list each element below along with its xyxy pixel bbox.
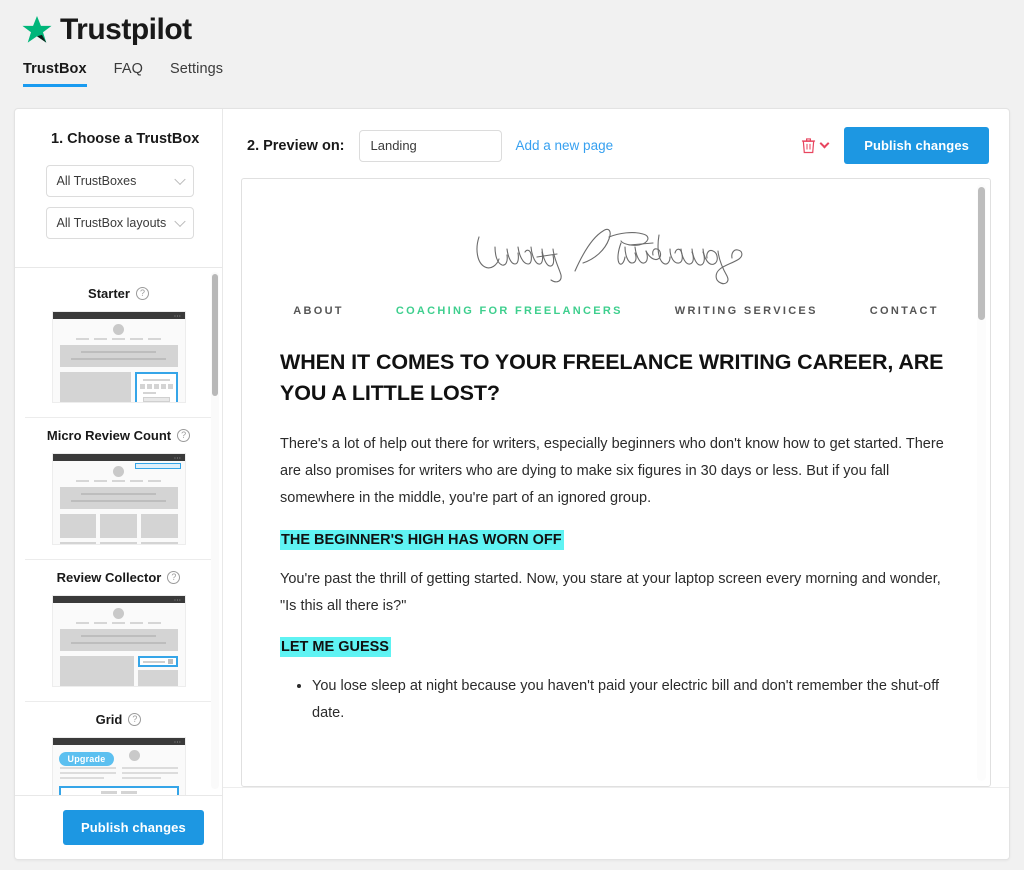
app-header: Trustpilot TrustBox FAQ Settings — [0, 0, 1024, 87]
trustbox-name: Starter — [88, 286, 130, 301]
sidebar-header: 1. Choose a TrustBox All TrustBoxes All … — [15, 109, 222, 268]
tab-trustbox[interactable]: TrustBox — [23, 61, 87, 87]
site-nav-writing-services[interactable]: WRITING SERVICES — [675, 305, 818, 317]
brand-name: Trustpilot — [60, 13, 192, 46]
article-subhead-2: LET ME GUESS — [280, 637, 391, 658]
sidebar-scrollbar-track[interactable] — [211, 272, 219, 789]
preview-scrollbar-thumb[interactable] — [978, 187, 985, 320]
site-preview-frame: ABOUT COACHING FOR FREELANCERS WRITING S… — [241, 178, 991, 787]
star-icon — [22, 15, 52, 43]
upgrade-badge: Upgrade — [58, 752, 115, 766]
trustbox-option-grid[interactable]: Grid ? ••• Upgrade — [25, 702, 212, 795]
help-icon[interactable]: ? — [135, 287, 149, 300]
trustbox-name: Review Collector — [56, 570, 162, 585]
trustbox-filter-select[interactable]: All TrustBoxes — [45, 165, 194, 197]
article: WHEN IT COMES TO YOUR FREELANCE WRITING … — [266, 347, 966, 727]
trustbox-name: Grid — [95, 712, 123, 727]
trustbox-option-starter[interactable]: Starter ? ••• — [25, 276, 212, 418]
trustbox-label: Grid ? — [25, 712, 212, 727]
help-icon[interactable]: ? — [167, 571, 181, 584]
main-card: 1. Choose a TrustBox All TrustBoxes All … — [14, 108, 1010, 860]
tab-settings[interactable]: Settings — [170, 61, 223, 87]
site-preview-content: ABOUT COACHING FOR FREELANCERS WRITING S… — [242, 179, 990, 786]
trustbox-option-micro-review-count[interactable]: Micro Review Count ? ••• — [25, 418, 212, 560]
preview-column: 2. Preview on: Landing Add a new page Pu… — [223, 109, 1009, 859]
trustbox-label: Review Collector ? — [25, 570, 212, 585]
chevron-down-icon — [173, 173, 186, 186]
sidebar-footer: Publish changes — [15, 795, 222, 859]
page-select[interactable]: Landing — [358, 129, 502, 162]
site-nav: ABOUT COACHING FOR FREELANCERS WRITING S… — [266, 305, 966, 317]
help-icon[interactable]: ? — [128, 713, 142, 726]
chevron-down-icon — [173, 215, 186, 228]
trustbox-thumbnail: ••• — [51, 453, 186, 545]
site-logo[interactable] — [266, 219, 966, 297]
help-icon[interactable]: ? — [177, 429, 191, 442]
trustbox-list[interactable]: Starter ? ••• Micro Review Count ? ••• R… — [15, 268, 222, 795]
toolbar-actions: Publish changes — [801, 127, 989, 164]
tab-faq[interactable]: FAQ — [114, 61, 143, 87]
layout-filter-select[interactable]: All TrustBox layouts — [45, 207, 194, 239]
preview-footer — [223, 787, 1009, 859]
chevron-down-icon[interactable] — [819, 138, 830, 149]
trustbox-thumbnail: ••• Upgrade — [51, 737, 186, 795]
preview-toolbar: 2. Preview on: Landing Add a new page Pu… — [223, 109, 1009, 178]
article-paragraph-1: There's a lot of help out there for writ… — [280, 436, 944, 506]
article-heading: WHEN IT COMES TO YOUR FREELANCE WRITING … — [280, 350, 944, 406]
layout-filter-value: All TrustBox layouts — [56, 216, 167, 230]
trustbox-thumbnail: ••• — [51, 595, 186, 687]
trash-icon[interactable] — [801, 137, 816, 154]
article-subhead-1: THE BEGINNER'S HIGH HAS WORN OFF — [280, 529, 564, 550]
trustbox-name: Micro Review Count — [46, 428, 172, 443]
trustbox-label: Starter ? — [25, 286, 212, 301]
sidebar-title: 1. Choose a TrustBox — [51, 131, 200, 147]
publish-changes-button-sidebar[interactable]: Publish changes — [63, 810, 204, 845]
site-nav-about[interactable]: ABOUT — [293, 305, 344, 317]
delete-page-control[interactable] — [801, 137, 830, 154]
site-nav-contact[interactable]: CONTACT — [870, 305, 939, 317]
article-paragraph-2: You're past the thrill of getting starte… — [280, 570, 941, 614]
trustbox-label: Micro Review Count ? — [25, 428, 212, 443]
sidebar-scrollbar-thumb[interactable] — [212, 274, 218, 396]
preview-step-label: 2. Preview on: — [247, 137, 345, 154]
trustbox-option-review-collector[interactable]: Review Collector ? ••• — [25, 560, 212, 702]
site-nav-coaching[interactable]: COACHING FOR FREELANCERS — [396, 305, 623, 317]
trustbox-thumbnail: ••• — [51, 311, 186, 403]
trustbox-filter-value: All TrustBoxes — [56, 174, 137, 188]
brand: Trustpilot — [22, 10, 1024, 50]
signature-logo-icon — [476, 228, 743, 285]
article-bullets: You lose sleep at night because you have… — [280, 673, 952, 727]
trustbox-sidebar: 1. Choose a TrustBox All TrustBoxes All … — [15, 109, 223, 859]
page-select-value: Landing — [370, 138, 417, 153]
main-nav: TrustBox FAQ Settings — [22, 61, 1024, 87]
publish-changes-button-toolbar[interactable]: Publish changes — [844, 127, 989, 164]
preview-scrollbar-track[interactable] — [977, 184, 986, 781]
add-new-page-link[interactable]: Add a new page — [516, 138, 614, 153]
list-item: You lose sleep at night because you have… — [312, 673, 952, 727]
